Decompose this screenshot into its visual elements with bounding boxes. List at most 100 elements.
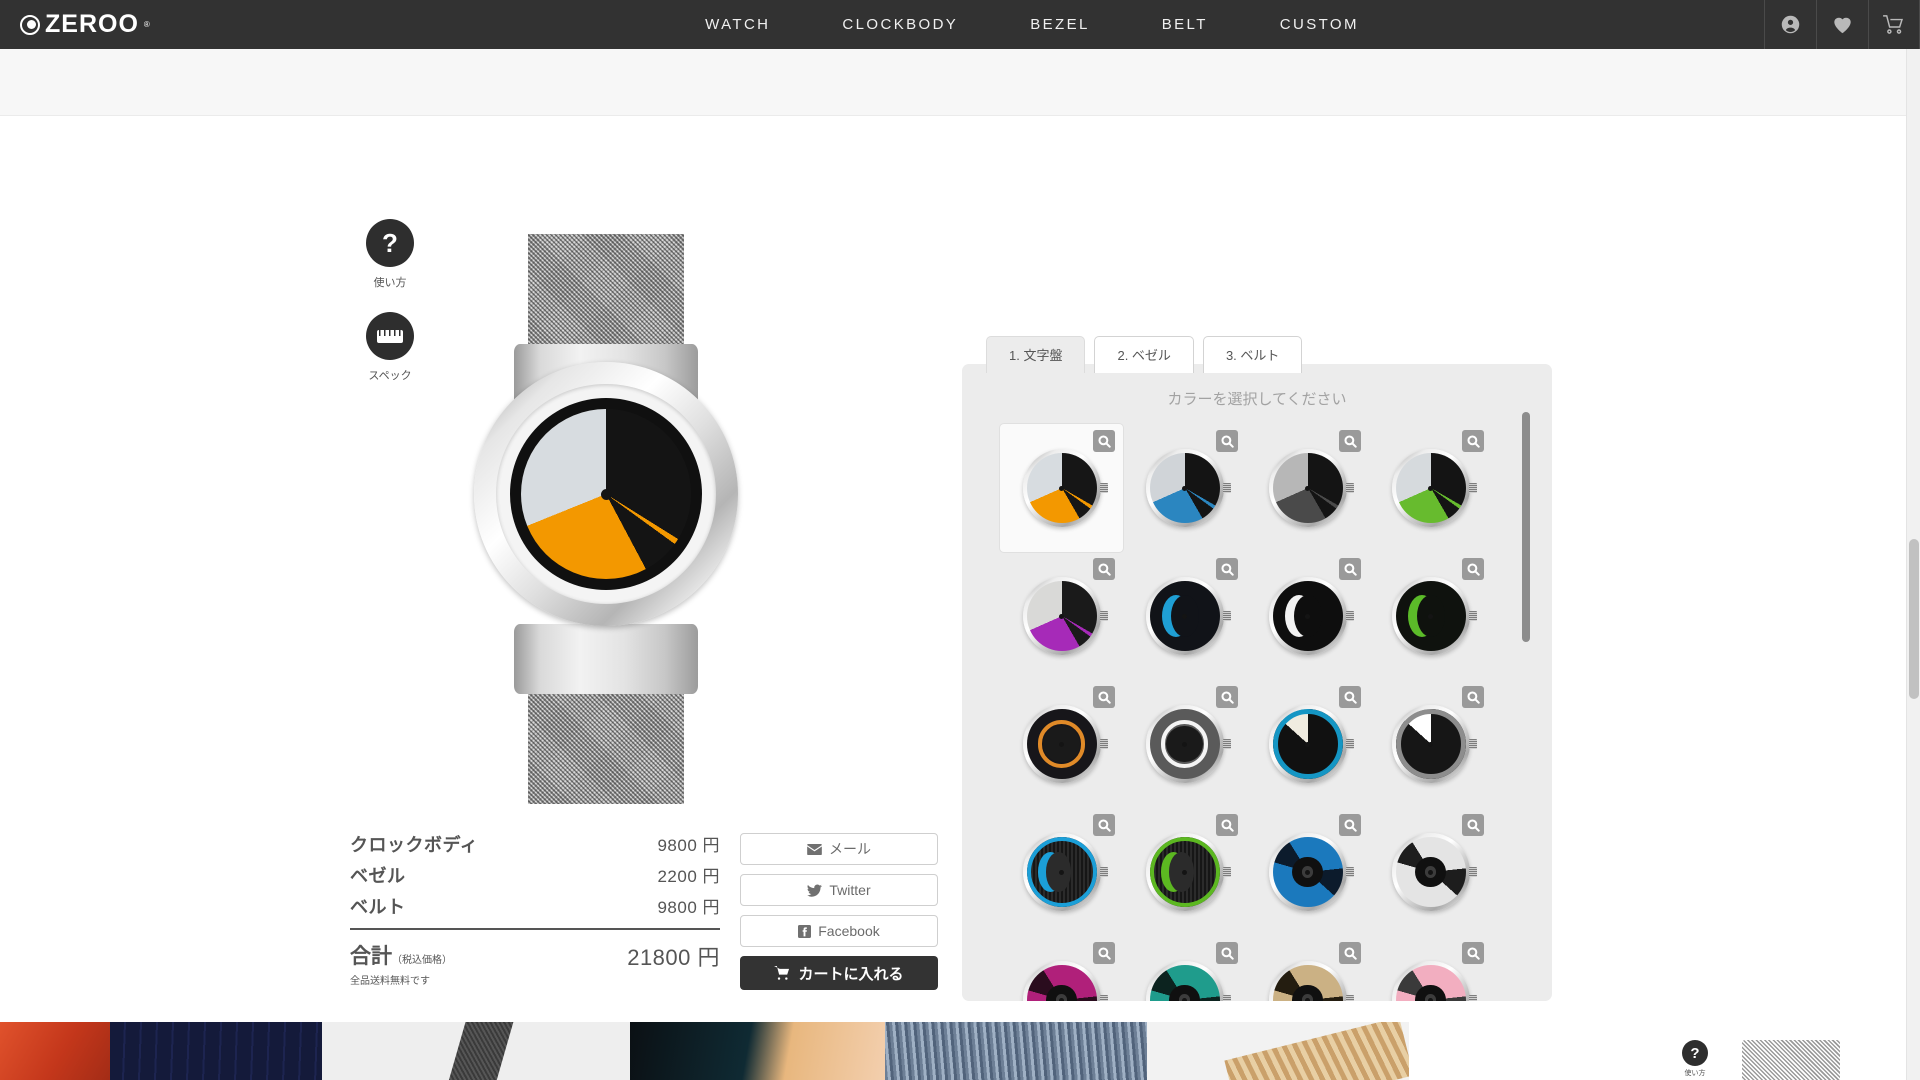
- zoom-swatch-icon[interactable]: [1216, 558, 1238, 580]
- swatch-magenta-spiral[interactable]: [1000, 936, 1123, 1001]
- zoom-swatch-icon[interactable]: [1462, 686, 1484, 708]
- zoom-swatch-icon[interactable]: [1216, 814, 1238, 836]
- watch-crown: [1099, 483, 1108, 493]
- gallery-image-3[interactable]: [322, 1022, 630, 1080]
- zoom-swatch-icon[interactable]: [1339, 814, 1361, 836]
- watch-lug-bottom: [514, 624, 698, 694]
- swatch-orange-ring[interactable]: [1000, 680, 1123, 808]
- tab-bezel[interactable]: 2. ベゼル: [1094, 336, 1194, 373]
- gallery-image-6[interactable]: [1147, 1022, 1409, 1080]
- watch-crown: [1345, 867, 1354, 877]
- zoom-swatch-icon[interactable]: [1093, 942, 1115, 964]
- nav-item-clockbody[interactable]: CLOCKBODY: [806, 0, 994, 49]
- zoom-swatch-icon[interactable]: [1462, 430, 1484, 452]
- gallery-image-7[interactable]: [1409, 1022, 1920, 1080]
- watch-thumbnail: [1145, 833, 1231, 911]
- zoom-swatch-icon[interactable]: [1339, 558, 1361, 580]
- gallery-image-1[interactable]: [0, 1022, 110, 1080]
- watch-thumbnail: [1145, 449, 1231, 527]
- panel-scrollbar-thumb[interactable]: [1522, 412, 1530, 642]
- total-tax-note: （税込価格）: [392, 955, 452, 966]
- panel-scrollbar-track[interactable]: [1522, 412, 1530, 977]
- brand-logo[interactable]: ZEROO ®: [0, 0, 300, 49]
- zoom-swatch-icon[interactable]: [1093, 814, 1115, 836]
- swatch-green-pie[interactable]: [1369, 424, 1492, 552]
- swatch-white-moon[interactable]: [1246, 552, 1369, 680]
- swatch-purple-pie[interactable]: [1000, 552, 1123, 680]
- ruler-icon: [366, 312, 414, 360]
- watch-bezel-ring: [510, 398, 702, 590]
- swatch-grey-pie[interactable]: [1246, 424, 1369, 552]
- swatch-white-ring[interactable]: [1123, 680, 1246, 808]
- page-scrollbar-track[interactable]: [1906, 49, 1920, 1080]
- zoom-swatch-icon[interactable]: [1339, 686, 1361, 708]
- nav-item-belt[interactable]: BELT: [1126, 0, 1244, 49]
- floating-question-mark-icon: ?: [1682, 1040, 1708, 1066]
- swatch-blue-moon[interactable]: [1123, 552, 1246, 680]
- nav-item-watch[interactable]: WATCH: [669, 0, 806, 49]
- zoom-swatch-icon[interactable]: [1339, 430, 1361, 452]
- zoom-swatch-icon[interactable]: [1339, 942, 1361, 964]
- zoom-swatch-icon[interactable]: [1093, 558, 1115, 580]
- floating-help-button[interactable]: ? 使い方: [1682, 1040, 1708, 1078]
- tab-belt[interactable]: 3. ベルト: [1202, 336, 1303, 373]
- zoom-swatch-icon[interactable]: [1216, 942, 1238, 964]
- zoom-swatch-icon[interactable]: [1462, 942, 1484, 964]
- watch-thumbnail: [1268, 833, 1354, 911]
- swatch-pink-spiral[interactable]: [1369, 936, 1492, 1001]
- watch-thumbnail: [1391, 449, 1477, 527]
- nav-item-custom[interactable]: CUSTOM: [1244, 0, 1395, 49]
- zoom-swatch-icon[interactable]: [1216, 430, 1238, 452]
- product-stage: ? 使い方 スペック クロックボディ 9800 円 ベゼル 2200 円 ベルト…: [0, 116, 1920, 1016]
- swatch-cyan-fan[interactable]: [1246, 680, 1369, 808]
- swatch-white-fan[interactable]: [1369, 680, 1492, 808]
- add-to-cart-button[interactable]: カートに入れる: [740, 956, 938, 990]
- swatch-gold-spiral[interactable]: [1246, 936, 1369, 1001]
- share-twitter-button[interactable]: Twitter: [740, 874, 938, 906]
- color-swatch-grid: [1000, 424, 1490, 1001]
- price-divider: [350, 928, 720, 930]
- account-icon[interactable]: [1764, 0, 1816, 49]
- wishlist-heart-icon[interactable]: [1816, 0, 1868, 49]
- zoom-swatch-icon[interactable]: [1462, 558, 1484, 580]
- watch-crown: [1345, 483, 1354, 493]
- swatch-green-stripe[interactable]: [1123, 808, 1246, 936]
- nav-item-bezel[interactable]: BEZEL: [994, 0, 1126, 49]
- zoom-swatch-icon[interactable]: [1462, 814, 1484, 836]
- share-mail-button[interactable]: メール: [740, 833, 938, 865]
- watch-thumbnail: [1268, 449, 1354, 527]
- zoom-swatch-icon[interactable]: [1216, 686, 1238, 708]
- watch-crown: [1222, 483, 1231, 493]
- gallery-image-4[interactable]: [630, 1022, 885, 1080]
- watch-thumbnail: [1268, 577, 1354, 655]
- share-facebook-button[interactable]: Facebook: [740, 915, 938, 947]
- shopping-cart-icon[interactable]: [1868, 0, 1920, 49]
- zoom-swatch-icon[interactable]: [1093, 686, 1115, 708]
- watch-crown: [1099, 611, 1108, 621]
- swatch-silver-spiral[interactable]: [1369, 808, 1492, 936]
- total-value: 21800 円: [627, 945, 720, 970]
- tab-dial[interactable]: 1. 文字盤: [986, 336, 1086, 373]
- product-watch-preview: [448, 234, 764, 804]
- watch-crown: [1345, 739, 1354, 749]
- zoom-swatch-icon[interactable]: [1093, 430, 1115, 452]
- swatch-teal-spiral[interactable]: [1123, 936, 1246, 1001]
- swatch-cyan-stripe[interactable]: [1000, 808, 1123, 936]
- gallery-image-2[interactable]: [110, 1022, 322, 1080]
- how-to-use-button[interactable]: ? 使い方: [366, 219, 414, 290]
- swatch-blue-pie[interactable]: [1123, 424, 1246, 552]
- page-scrollbar-thumb[interactable]: [1909, 539, 1919, 699]
- spec-button[interactable]: スペック: [366, 312, 414, 383]
- swatch-orange-pie[interactable]: [1000, 424, 1123, 552]
- share-twitter-label: Twitter: [829, 882, 871, 898]
- watch-band-bottom: [528, 678, 684, 804]
- watch-thumbnail: [1022, 705, 1108, 783]
- watch-crown: [1099, 995, 1108, 1001]
- swatch-blue-spiral[interactable]: [1246, 808, 1369, 936]
- watch-thumbnail: [1391, 961, 1477, 1001]
- swatch-green-moon[interactable]: [1369, 552, 1492, 680]
- header-icon-group: [1764, 0, 1920, 49]
- gallery-image-5[interactable]: [885, 1022, 1147, 1080]
- watch-thumbnail: [1268, 961, 1354, 1001]
- watch-crown: [1468, 739, 1477, 749]
